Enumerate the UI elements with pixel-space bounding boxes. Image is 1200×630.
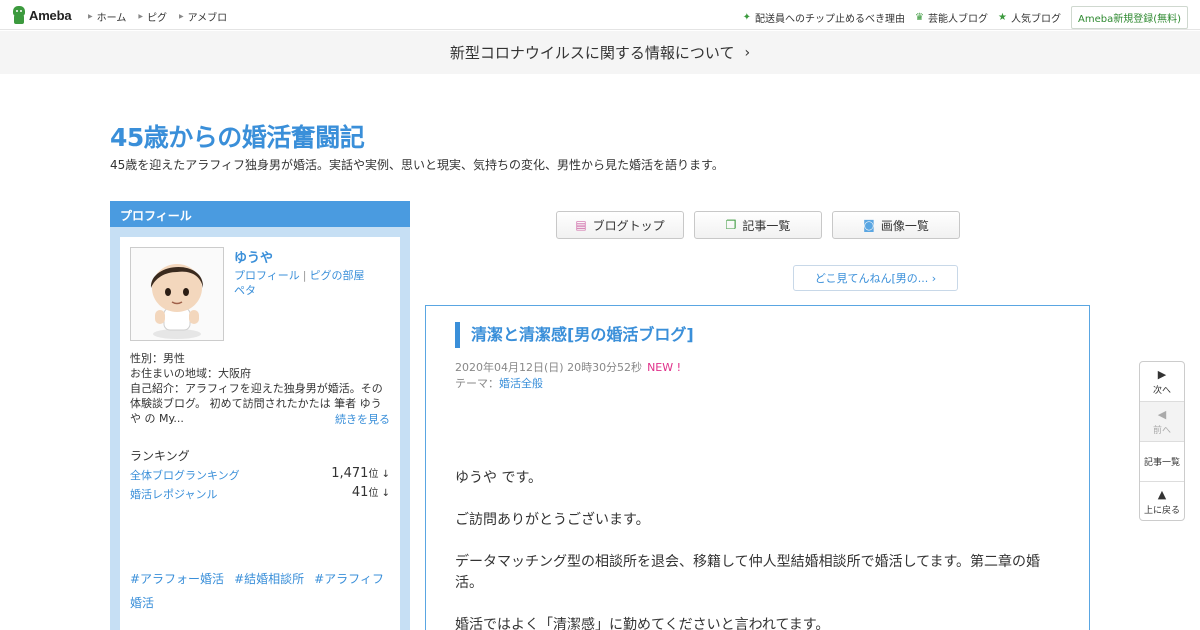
blog-nav-buttons: ▤ ブログトップ ❐ 記事一覧 ◙ 画像一覧 xyxy=(556,211,970,239)
article-paragraph: 婚活ではよく「清潔感」に勤めてくださいと言われてます。 xyxy=(455,617,830,630)
profile-heading: プロフィール xyxy=(110,201,410,227)
theme-link[interactable]: 婚活全般 xyxy=(499,377,543,390)
blog-top-button[interactable]: ▤ ブログトップ xyxy=(556,211,684,239)
article-paragraph: ご訪問ありがとうございます。 xyxy=(455,512,650,528)
prev-button[interactable]: ◀ 前へ xyxy=(1140,402,1184,442)
signup-button[interactable]: Ameba新規登録(無料) xyxy=(1070,6,1188,29)
caret-right-icon: ▶ xyxy=(138,13,143,20)
nav-ameblo[interactable]: ▶ アメブロ xyxy=(179,9,227,24)
hashtag-list: #アラフォー婚活 #結婚相談所 #アラフィフ婚活 xyxy=(130,567,390,615)
read-more-link[interactable]: 続きを見る xyxy=(335,411,390,427)
peta-link[interactable]: ペタ xyxy=(234,282,256,298)
hashtag-link[interactable]: #結婚相談所 xyxy=(234,572,304,586)
ranking-unit: 位 ↓ xyxy=(368,488,390,499)
next-article-label: どこ見てんねん[男の... xyxy=(814,272,929,285)
profile-link[interactable]: プロフィール xyxy=(234,269,300,282)
article-card: 清潔と清潔感[男の婚活ブログ] 2020年04月12日(日) 20時30分52秒… xyxy=(425,305,1090,630)
link-celebrity-label: 芸能人ブログ xyxy=(928,14,989,25)
link-popular-label: 人気ブログ xyxy=(1010,14,1061,25)
ranking-number: 1,471 xyxy=(331,466,369,481)
nav-ameblo-label: アメブロ xyxy=(187,13,228,24)
article-title[interactable]: 清潔と清潔感[男の婚活ブログ] xyxy=(455,322,694,348)
star-icon: ★ xyxy=(998,12,1007,23)
notice-text: 新型コロナウイルスに関する情報について xyxy=(449,44,735,62)
avatar[interactable] xyxy=(130,247,224,341)
ranking-label[interactable]: 婚活レポジャンル xyxy=(130,488,217,501)
divider: | xyxy=(302,269,307,282)
sparkle-icon: ✦ xyxy=(742,12,752,23)
play-right-icon: ▶ xyxy=(1157,367,1167,381)
chevron-right-icon: › xyxy=(931,271,937,285)
global-header: Ameba ▶ ホーム ▶ ピグ ▶ アメブロ ✦ 配送員へのチップ止めるべき理由 ♛ 芸… xyxy=(0,0,1200,30)
profile-gender: 性別：男性 xyxy=(130,352,185,365)
top-nav: ▶ ホーム ▶ ピグ ▶ アメブロ xyxy=(88,9,239,24)
caret-right-icon: ▶ xyxy=(88,13,93,20)
ranking-row-genre: 婚活レポジャンル 41位 ↓ xyxy=(130,484,390,502)
article-date: 2020年04月12日(日) 20時30分52秒 NEW ! xyxy=(455,359,681,375)
blog-title[interactable]: 45歳からの婚活奮闘記 xyxy=(110,118,365,154)
document-icon: ▤ xyxy=(575,218,587,232)
camera-icon: ◙ xyxy=(863,218,875,232)
profile-area: お住まいの地域：大阪府 xyxy=(130,367,251,380)
nav-pigg-label: ピグ xyxy=(146,13,167,24)
ameba-logo[interactable]: Ameba xyxy=(12,6,72,24)
article-list-button[interactable]: ❐ 記事一覧 xyxy=(694,211,822,239)
article-list-float-button[interactable]: 記事一覧 xyxy=(1140,442,1184,482)
floating-nav: ▶ 次へ ◀ 前へ 記事一覧 ▲ 上に戻る xyxy=(1139,361,1185,521)
image-list-label: 画像一覧 xyxy=(880,218,929,233)
next-label: 次へ xyxy=(1152,385,1171,396)
theme-label: テーマ： xyxy=(455,377,499,390)
profile-card: ゆうや プロフィール | ピグの部屋 ペタ 性別：男性 お住まいの地域：大阪府 自己… xyxy=(120,237,400,630)
caret-right-icon: ▶ xyxy=(178,13,184,20)
link-tip-article[interactable]: ✦ 配送員へのチップ止めるべき理由 xyxy=(743,10,905,25)
top-label: 上に戻る xyxy=(1143,506,1180,516)
profile-links: プロフィール | ピグの部屋 xyxy=(234,267,365,283)
article-list-label: 記事一覧 xyxy=(742,218,791,233)
nav-home[interactable]: ▶ ホーム xyxy=(88,9,126,24)
ranking-label[interactable]: 全体ブログランキング xyxy=(130,469,240,482)
blog-description: 45歳を迎えたアラフィフ独身男が婚活。実話や実例、思いと現実、気持ちの変化、男性… xyxy=(110,158,724,172)
nav-pigg[interactable]: ▶ ピグ xyxy=(138,9,167,24)
ranking-value: 1,471位 ↓ xyxy=(331,465,390,481)
ranking-value: 41位 ↓ xyxy=(352,484,390,500)
list-label: 記事一覧 xyxy=(1143,458,1180,468)
crown-icon: ♛ xyxy=(915,12,925,23)
back-to-top-button[interactable]: ▲ 上に戻る xyxy=(1140,482,1184,522)
blog-top-label: ブログトップ xyxy=(592,218,665,233)
article-body: ゆうや です。 ご訪問ありがとうございます。 データマッチング型の相談所を退会、… xyxy=(455,468,1060,630)
image-list-button[interactable]: ◙ 画像一覧 xyxy=(832,211,960,239)
next-button[interactable]: ▶ 次へ xyxy=(1140,362,1184,402)
logo-text: Ameba xyxy=(29,7,72,23)
profile-sidebar: プロフィール ゆうや プロフィール | ピグの部屋 ペタ 性別：男性 お住まいの地域… xyxy=(110,201,410,630)
article-theme: テーマ：婚活全般 xyxy=(455,375,543,391)
header-right-links: ✦ 配送員へのチップ止めるべき理由 ♛ 芸能人ブログ ★ 人気ブログ Ameba新規登… xyxy=(743,6,1188,29)
article-paragraph: データマッチング型の相談所を退会、移籍して仲人型結婚相談所で婚活してます。第二章… xyxy=(455,554,1041,591)
play-left-icon: ◀ xyxy=(1157,407,1167,421)
pigg-room-link[interactable]: ピグの部屋 xyxy=(310,269,365,282)
avatar-character-icon xyxy=(150,264,204,339)
ranking-number: 41 xyxy=(351,485,369,500)
new-badge: NEW ! xyxy=(647,361,682,374)
ranking-row-overall: 全体ブログランキング 1,471位 ↓ xyxy=(130,465,390,483)
article-date-text: 2020年04月12日(日) 20時30分52秒 xyxy=(455,361,643,374)
covid-notice-bar[interactable]: 新型コロナウイルスに関する情報について › xyxy=(0,31,1200,74)
chevron-right-icon: › xyxy=(744,44,751,61)
ranking-title: ランキング xyxy=(130,449,190,463)
link-celebrity-blog[interactable]: ♛ 芸能人ブログ xyxy=(915,10,988,25)
next-article-link[interactable]: どこ見てんねん[男の... › xyxy=(793,265,958,291)
prev-label: 前へ xyxy=(1152,425,1171,436)
hashtag-link[interactable]: #アラフォー婚活 xyxy=(130,572,224,586)
link-popular-blog[interactable]: ★ 人気ブログ xyxy=(998,10,1061,25)
link-tip-label: 配送員へのチップ止めるべき理由 xyxy=(755,14,906,25)
article-paragraph: ゆうや です。 xyxy=(455,470,543,486)
arrow-up-icon: ▲ xyxy=(1157,488,1167,501)
copy-icon: ❐ xyxy=(725,218,737,232)
nav-home-label: ホーム xyxy=(96,13,127,24)
profile-name[interactable]: ゆうや xyxy=(234,247,273,266)
ranking-unit: 位 ↓ xyxy=(368,469,390,480)
ameba-mascot-icon xyxy=(12,6,26,24)
